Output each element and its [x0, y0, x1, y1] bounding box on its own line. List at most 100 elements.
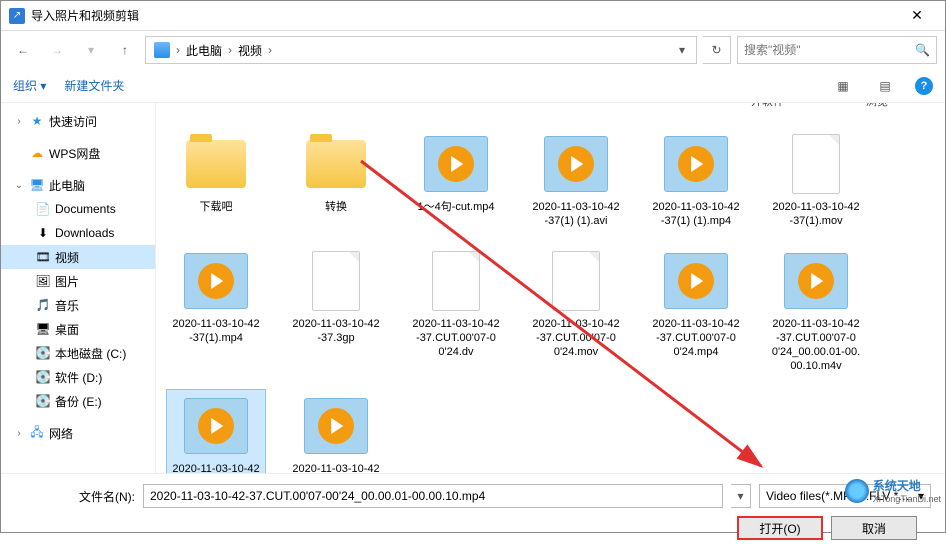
sidebar-label: 此电脑 — [49, 177, 85, 194]
network-icon: 🖧 — [29, 425, 45, 441]
filter-label: Video files(*.MP4 *.FLV *.AVI — [766, 489, 918, 503]
file-item[interactable]: 2020-11-03-10-42-37(1) (1).mp4 — [646, 127, 746, 234]
file-name: 2020-11-03-10-42-37.CUT.00'07-00'24.mov — [531, 317, 621, 360]
address-dropdown-icon[interactable]: ▾ — [672, 43, 692, 57]
titlebar: ↗ 导入照片和视频剪辑 ✕ — [1, 1, 945, 31]
up-button[interactable]: ↑ — [111, 36, 139, 64]
filename-label: 文件名(N): — [15, 488, 135, 505]
app-icon: ↗ — [9, 8, 25, 24]
bottom-panel: 文件名(N): ▾ Video files(*.MP4 *.FLV *.AVI … — [1, 473, 945, 550]
filename-dropdown-icon[interactable]: ▾ — [731, 484, 751, 508]
video-icon — [664, 253, 728, 309]
chevron-right-icon[interactable]: › — [174, 43, 182, 57]
sidebar-item-label: 备份 (E:) — [55, 393, 102, 410]
open-button[interactable]: 打开(O) — [737, 516, 823, 540]
sidebar-item-label: Downloads — [55, 226, 114, 240]
file-icon — [312, 251, 360, 311]
file-name: 2020-11-03-10-42-37(1) (1).avi — [531, 200, 621, 229]
breadcrumb-videos[interactable]: 视频 — [234, 42, 266, 59]
chevron-right-icon[interactable]: › — [266, 43, 274, 57]
sidebar-item-icon: 💽 — [35, 369, 51, 385]
file-item[interactable]: 2020-11-03-10-42-37.CUT.00'07-00'24.dv — [406, 244, 506, 379]
navbar: ← → ▾ ↑ › 此电脑 › 视频 › ▾ ↻ 🔍 — [1, 31, 945, 69]
file-name: 2020-11-03-10-42-37(1).mp4 — [171, 317, 261, 346]
sidebar-label: WPS网盘 — [49, 145, 100, 162]
sidebar-item[interactable]: 🎞视频 — [1, 245, 155, 269]
sidebar-wps[interactable]: ☁ WPS网盘 — [1, 141, 155, 165]
file-icon — [792, 134, 840, 194]
pc-icon: 🖥 — [29, 177, 45, 193]
file-item[interactable]: 2020-11-03-10-42-37(1).mp4 — [166, 244, 266, 379]
refresh-button[interactable]: ↻ — [703, 36, 731, 64]
file-icon — [552, 251, 600, 311]
file-item[interactable]: 2020-11-03-10-42-37.3gp — [286, 244, 386, 379]
toolbar: 组织 ▾ 新建文件夹 ▦ ▤ ? — [1, 69, 945, 103]
search-input[interactable] — [744, 43, 915, 57]
file-name: 转换 — [291, 200, 381, 214]
sidebar-item[interactable]: 💽软件 (D:) — [1, 365, 155, 389]
file-item[interactable]: 2020-11-03-10-42-37.CUT.00'07-00'28.avi — [286, 389, 386, 473]
help-button[interactable]: ? — [915, 77, 933, 95]
sidebar-item[interactable]: 💽本地磁盘 (C:) — [1, 341, 155, 365]
sidebar-item[interactable]: ⬇ Downloads — [1, 221, 155, 245]
folder-icon — [186, 140, 246, 188]
file-item[interactable]: 2020-11-03-10-42-37.CUT.00'07-00'24_00.0… — [766, 244, 866, 379]
sidebar-item-icon: 🖼 — [35, 273, 51, 289]
back-button[interactable]: ← — [9, 36, 37, 64]
organize-menu[interactable]: 组织 ▾ — [13, 77, 46, 94]
file-item[interactable]: 1～4句-cut.mp4 — [406, 127, 506, 234]
file-item[interactable]: 下载吧 — [166, 127, 266, 234]
file-type-filter[interactable]: Video files(*.MP4 *.FLV *.AVI ▾ — [759, 484, 931, 508]
main-area: › ★ 快速访问 ☁ WPS网盘 ⌄ 🖥 此电脑 📄Documents ⬇ Down… — [1, 103, 945, 473]
file-item[interactable]: 2020-11-03-10-42-37.CUT.00'07-00'24_00.0… — [166, 389, 266, 473]
sidebar-network[interactable]: › 🖧 网络 — [1, 421, 155, 445]
file-item[interactable]: 2020-11-03-10-42-37.CUT.00'07-00'24.mov — [526, 244, 626, 379]
view-list-icon[interactable]: ▤ — [873, 74, 897, 98]
recent-dropdown-icon[interactable]: ▾ — [77, 36, 105, 64]
file-item[interactable]: 2020-11-03-10-42-37.CUT.00'07-00'24.mp4 — [646, 244, 746, 379]
sidebar-item-icon: 💽 — [35, 345, 51, 361]
sidebar-label: 快速访问 — [49, 113, 97, 130]
sidebar-quick-access[interactable]: › ★ 快速访问 — [1, 109, 155, 133]
chevron-right-icon[interactable]: › — [13, 116, 25, 127]
sidebar-item-label: 图片 — [55, 273, 79, 290]
file-item[interactable]: 2020-11-03-10-42-37(1) (1).avi — [526, 127, 626, 234]
address-bar[interactable]: › 此电脑 › 视频 › ▾ — [145, 36, 697, 64]
sidebar: › ★ 快速访问 ☁ WPS网盘 ⌄ 🖥 此电脑 📄Documents ⬇ Down… — [1, 103, 156, 473]
sidebar-label: 网络 — [49, 425, 73, 442]
sidebar-item-icon: ⬇ — [35, 225, 51, 241]
sidebar-this-pc[interactable]: ⌄ 🖥 此电脑 — [1, 173, 155, 197]
breadcrumb-this-pc[interactable]: 此电脑 — [182, 42, 226, 59]
sidebar-item-icon: 🖥 — [35, 321, 51, 337]
chevron-down-icon: ▾ — [918, 489, 924, 503]
file-item[interactable]: 转换 — [286, 127, 386, 234]
sidebar-item[interactable]: 🖼图片 — [1, 269, 155, 293]
chevron-right-icon[interactable]: › — [226, 43, 234, 57]
truncated-label: 浏览 — [866, 103, 888, 109]
video-icon — [184, 398, 248, 454]
file-name: 下载吧 — [171, 200, 261, 214]
view-large-icon[interactable]: ▦ — [831, 74, 855, 98]
file-name: 1～4句-cut.mp4 — [411, 200, 501, 214]
search-icon[interactable]: 🔍 — [915, 43, 930, 57]
file-name: 2020-11-03-10-42-37.3gp — [291, 317, 381, 346]
sidebar-item[interactable]: 💽备份 (E:) — [1, 389, 155, 413]
search-box[interactable]: 🔍 — [737, 36, 937, 64]
video-icon — [424, 136, 488, 192]
file-name: 2020-11-03-10-42-37.CUT.00'07-00'24.mp4 — [651, 317, 741, 360]
sidebar-item[interactable]: 📄Documents — [1, 197, 155, 221]
chevron-right-icon[interactable]: › — [13, 428, 25, 439]
filename-input[interactable] — [143, 484, 723, 508]
close-button[interactable]: ✕ — [897, 7, 937, 24]
sidebar-item-icon: 🎵 — [35, 297, 51, 313]
sidebar-item[interactable]: 🎵音乐 — [1, 293, 155, 317]
cancel-button[interactable]: 取消 — [831, 516, 917, 540]
file-grid[interactable]: Converter Studio 开软件 浏览 下载吧转换1～4句-cut.mp… — [156, 103, 945, 473]
sidebar-item[interactable]: 🖥桌面 — [1, 317, 155, 341]
forward-button[interactable]: → — [43, 36, 71, 64]
chevron-down-icon[interactable]: ⌄ — [13, 180, 25, 191]
new-folder-button[interactable]: 新建文件夹 — [64, 77, 124, 94]
file-item[interactable]: 2020-11-03-10-42-37(1).mov — [766, 127, 866, 234]
sidebar-item-icon: 📄 — [35, 201, 51, 217]
sidebar-item-label: 音乐 — [55, 297, 79, 314]
